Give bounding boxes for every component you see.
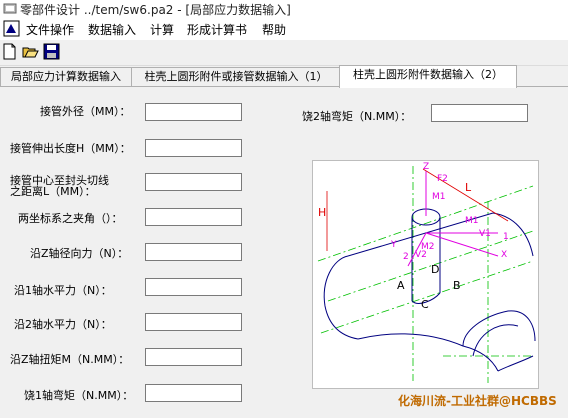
app-icon: [3, 3, 17, 14]
axis-2-label: 2: [403, 252, 409, 262]
z-radial-force-input[interactable]: [145, 243, 242, 261]
moment-M1-label: M1: [465, 216, 479, 226]
menu-file[interactable]: 文件操作: [26, 21, 74, 38]
label-z-torque: 沿Z轴扭矩M（N.MM）：: [10, 353, 130, 366]
label-axis1-moment: 饶1轴弯矩（N.MM）：: [24, 389, 134, 402]
force-V1-label: V1: [479, 229, 491, 239]
menu-calculate[interactable]: 计算: [150, 21, 174, 38]
tab-shell-attachment-1[interactable]: 柱壳上圆形附件或接管数据输入（1）: [131, 67, 341, 87]
label-center-distance-line2: 之距离L（MM）：: [10, 185, 96, 198]
z-torque-input[interactable]: [145, 348, 242, 366]
menu-report[interactable]: 形成计算书: [187, 21, 247, 38]
new-file-icon[interactable]: [1, 43, 18, 60]
axis-1-label: 1: [503, 232, 509, 242]
force-F2-label: F2: [437, 174, 448, 184]
dim-H-label: H: [318, 206, 326, 219]
axis-angle-input[interactable]: [145, 208, 242, 226]
menu-help[interactable]: 帮助: [262, 21, 286, 38]
axis1-horizontal-force-input[interactable]: [145, 278, 242, 296]
axis1-moment-input[interactable]: [145, 384, 242, 402]
nozzle-diagram: H L Z F2 M1 M1 V1 1 X Y 2 M2 V2 A B C D: [312, 160, 539, 389]
open-folder-icon[interactable]: [22, 43, 39, 60]
label-axis2-moment: 饶2轴弯矩（N.MM）：: [302, 110, 412, 123]
toolbar: [0, 40, 568, 66]
label-outer-diameter: 接管外径（MM）：: [40, 105, 131, 118]
label-extension-length: 接管伸出长度H（MM）：: [10, 142, 131, 155]
label-axis1-horizontal-force: 沿1轴水平力（N）：: [14, 284, 112, 297]
moment-M1-top-label: M1: [432, 192, 446, 202]
point-A-label: A: [397, 279, 405, 292]
document-icon[interactable]: [3, 20, 20, 37]
axis-X-label: X: [501, 250, 507, 260]
force-V2-label: V2: [415, 250, 427, 260]
tab-shell-attachment-2[interactable]: 柱壳上圆形附件数据输入（2）: [339, 65, 517, 88]
center-distance-input[interactable]: [145, 173, 242, 191]
label-axis2-horizontal-force: 沿2轴水平力（N）：: [14, 318, 112, 331]
tab-local-stress[interactable]: 局部应力计算数据输入: [0, 67, 132, 87]
outer-diameter-input[interactable]: [145, 103, 242, 121]
axis2-moment-input[interactable]: [431, 104, 528, 122]
dim-L-label: L: [465, 181, 472, 194]
menu-data-input[interactable]: 数据输入: [88, 21, 136, 38]
save-disk-icon[interactable]: [43, 43, 60, 60]
extension-length-input[interactable]: [145, 139, 242, 157]
tab-strip: 局部应力计算数据输入 柱壳上圆形附件或接管数据输入（1） 柱壳上圆形附件数据输入…: [0, 65, 568, 88]
point-C-label: C: [421, 298, 429, 311]
point-D-label: D: [431, 263, 439, 276]
title-bar: 零部件设计 ../tem/sw6.pa2 - [局部应力数据输入]: [0, 0, 568, 18]
watermark: 化海川流-工业社群@HCBBS: [398, 394, 557, 408]
axis-Z-label: Z: [423, 162, 429, 172]
window-title: 零部件设计 ../tem/sw6.pa2 - [局部应力数据输入]: [20, 3, 291, 17]
axis-Y-label: Y: [390, 240, 397, 250]
axis2-horizontal-force-input[interactable]: [145, 313, 242, 331]
label-z-radial-force: 沿Z轴径向力（N）：: [30, 247, 129, 260]
point-B-label: B: [453, 279, 461, 292]
label-axis-angle: 两坐标系之夹角（）：: [18, 212, 123, 225]
menu-bar: 文件操作 数据输入 计算 形成计算书 帮助: [0, 18, 568, 40]
label-center-distance: 接管中心至封头切线 之距离L（MM）：: [10, 175, 140, 197]
nozzle-diagram-svg: H L Z F2 M1 M1 V1 1 X Y 2 M2 V2 A B C D: [317, 162, 536, 383]
